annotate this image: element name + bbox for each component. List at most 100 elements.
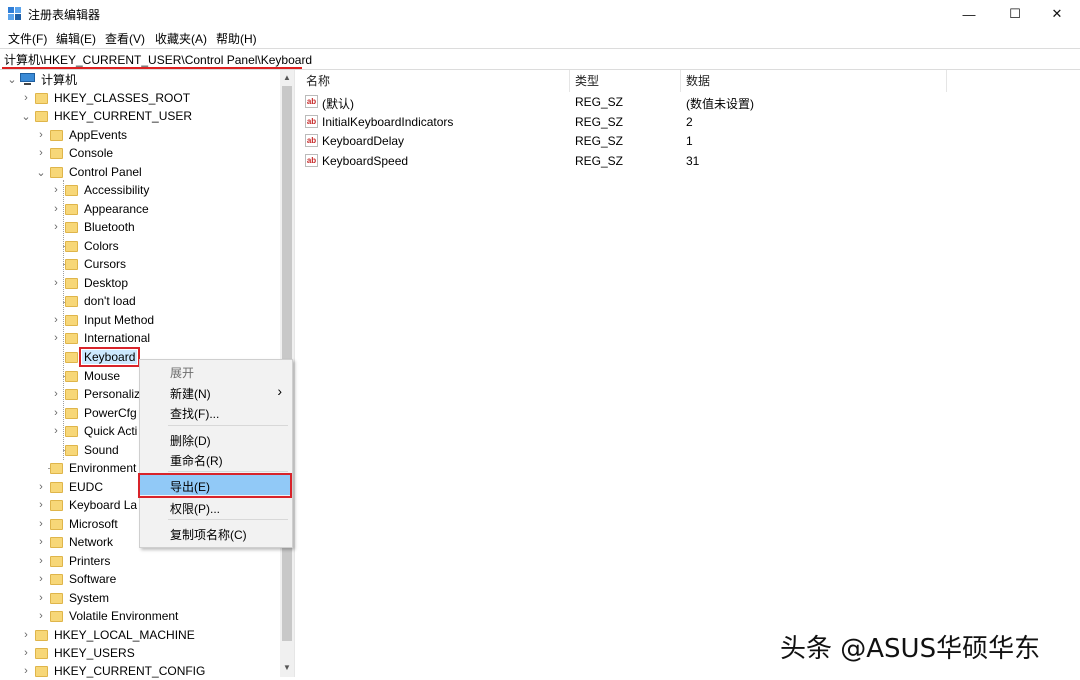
chevron-right-icon[interactable]: › [35,515,47,533]
tree-item-colors[interactable]: Colors [50,237,121,255]
tree-item-hkcr[interactable]: › HKEY_CLASSES_ROOT [20,89,192,107]
chevron-right-icon[interactable]: › [50,311,62,329]
menu-favorites[interactable]: 收藏夹(A) [153,30,209,47]
tree-item-quick-actions[interactable]: › Quick Acti [50,422,139,440]
address-path[interactable]: 计算机\HKEY_CURRENT_USER\Control Panel\Keyb… [4,51,312,68]
chevron-right-icon[interactable]: › [35,552,47,570]
column-divider[interactable] [569,70,570,92]
value-row[interactable]: ab (默认) REG_SZ (数值未设置) [305,93,1065,111]
menu-file[interactable]: 文件(F) [6,30,49,47]
chevron-right-icon[interactable]: › [35,144,47,162]
folder-icon [35,665,48,677]
value-row[interactable]: ab InitialKeyboardIndicators REG_SZ 2 [305,113,1065,131]
scroll-up-icon[interactable]: ▲ [280,70,294,84]
tree-item-cursors[interactable]: Cursors [50,255,128,273]
chevron-right-icon[interactable]: › [50,200,62,218]
value-row[interactable]: ab KeyboardDelay REG_SZ 1 [305,132,1065,150]
tree-item-bluetooth[interactable]: › Bluetooth [50,218,137,236]
menu-edit[interactable]: 编辑(E) [54,30,98,47]
context-menu-permissions[interactable]: 权限(P)... [140,497,290,517]
tree-item-powercfg[interactable]: › PowerCfg [50,404,139,422]
tree-item-dont-load[interactable]: don't load [50,292,138,310]
column-header-type[interactable]: 类型 [575,72,599,90]
tree-item-hku[interactable]: › HKEY_USERS [20,644,137,662]
tree-item-keyboard[interactable]: Keyboard [50,347,141,367]
folder-icon [50,166,63,178]
chevron-down-icon[interactable]: ⌄ [6,70,18,88]
column-divider[interactable] [946,70,947,92]
tree-label: Accessibility [84,183,150,197]
chevron-right-icon[interactable]: › [35,533,47,551]
context-menu-new[interactable]: 新建(N) › [140,382,290,402]
context-menu-delete[interactable]: 删除(D) [140,429,290,449]
minimize-button[interactable]: — [946,0,992,28]
tree-item-microsoft[interactable]: › Microsoft [35,515,120,533]
tree-item-console[interactable]: › Console [35,144,115,162]
scroll-down-icon[interactable]: ▼ [280,660,294,674]
tree-item-accessibility[interactable]: › Accessibility [50,181,151,199]
chevron-right-icon[interactable]: › [50,404,62,422]
tree-label: 计算机 [41,72,78,87]
tree-label: Input Method [84,313,155,327]
chevron-down-icon[interactable]: ⌄ [20,107,32,125]
tree-item-international[interactable]: › International [50,329,152,347]
chevron-right-icon[interactable]: › [35,607,47,625]
tree-item-personalization[interactable]: › Personaliz [50,385,142,403]
tree-item-control-panel[interactable]: ⌄ Control Panel [35,163,144,181]
column-header-name[interactable]: 名称 [306,72,330,90]
pane-splitter[interactable] [294,70,301,677]
chevron-right-icon[interactable]: › [20,89,32,107]
tree-item-printers[interactable]: › Printers [35,552,112,570]
menu-item-label: 查找(F)... [170,407,220,421]
tree-item-environment[interactable]: Environment [35,459,138,477]
chevron-right-icon[interactable]: › [20,644,32,662]
tree-item-appevents[interactable]: › AppEvents [35,126,129,144]
menu-item-label: 重命名(R) [170,454,223,468]
tree-item-sound[interactable]: Sound [50,441,121,459]
folder-icon [35,110,48,122]
context-menu-rename[interactable]: 重命名(R) [140,449,290,469]
column-header-data[interactable]: 数据 [686,72,710,90]
maximize-button[interactable]: ☐ [992,0,1038,28]
tree-item-computer[interactable]: ⌄ 计算机 [6,70,79,88]
close-button[interactable]: ✕ [1034,0,1080,28]
value-data: 2 [686,115,693,129]
chevron-right-icon[interactable]: › [35,478,47,496]
chevron-right-icon[interactable]: › [35,570,47,588]
tree-item-mouse[interactable]: Mouse [50,367,122,385]
column-divider[interactable] [680,70,681,92]
menu-separator [168,519,288,520]
tree-item-hkcu[interactable]: ⌄ HKEY_CURRENT_USER [20,107,194,125]
tree-item-input-method[interactable]: › Input Method [50,311,156,329]
tree-item-eudc[interactable]: › EUDC [35,478,105,496]
chevron-right-icon[interactable]: › [50,385,62,403]
menu-help[interactable]: 帮助(H) [214,30,259,47]
tree-item-network[interactable]: › Network [35,533,115,551]
chevron-right-icon[interactable]: › [20,626,32,644]
chevron-right-icon[interactable]: › [20,662,32,680]
chevron-right-icon[interactable]: › [50,181,62,199]
tree-item-volatile-environment[interactable]: › Volatile Environment [35,607,180,625]
tree-item-desktop[interactable]: › Desktop [50,274,130,292]
context-menu-find[interactable]: 查找(F)... [140,402,290,422]
tree-item-system[interactable]: › System [35,589,111,607]
tree-item-software[interactable]: › Software [35,570,118,588]
chevron-right-icon[interactable]: › [50,329,62,347]
context-menu-copy-key-name[interactable]: 复制项名称(C) [140,523,290,543]
chevron-right-icon[interactable]: › [50,218,62,236]
menu-view[interactable]: 查看(V) [103,30,147,47]
chevron-right-icon[interactable]: › [35,589,47,607]
tree-item-hkcc[interactable]: › HKEY_CURRENT_CONFIG [20,662,207,680]
chevron-down-icon[interactable]: ⌄ [35,163,47,181]
chevron-right-icon[interactable]: › [50,274,62,292]
folder-icon [65,332,78,344]
tree-item-keyboard-layout[interactable]: › Keyboard La [35,496,139,514]
tree-label: Software [69,572,117,586]
chevron-right-icon[interactable]: › [35,496,47,514]
context-menu-expand[interactable]: 展开 [140,361,290,381]
chevron-right-icon[interactable]: › [35,126,47,144]
tree-item-hklm[interactable]: › HKEY_LOCAL_MACHINE [20,626,197,644]
tree-item-appearance[interactable]: › Appearance [50,200,151,218]
chevron-right-icon[interactable]: › [50,422,62,440]
value-row[interactable]: ab KeyboardSpeed REG_SZ 31 [305,152,1065,170]
